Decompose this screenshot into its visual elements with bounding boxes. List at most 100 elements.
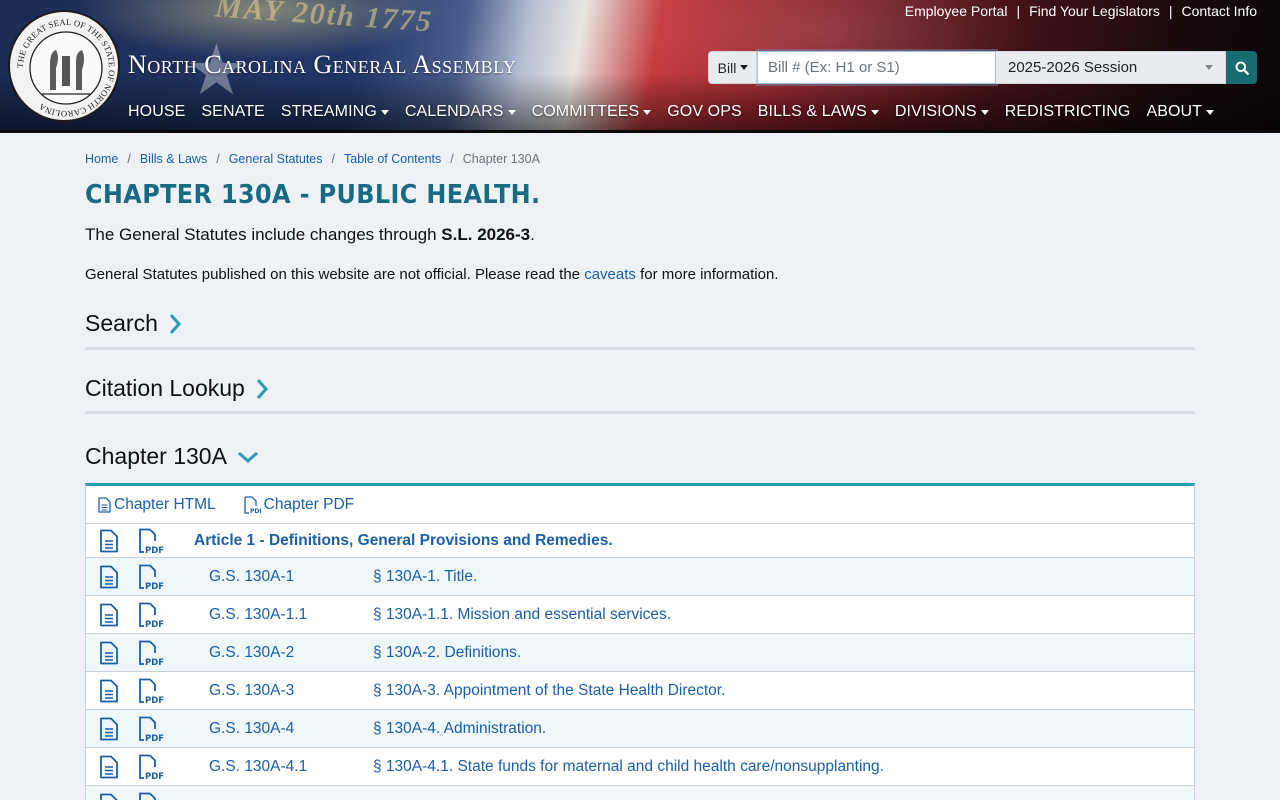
statute-title-link[interactable]: § 130A-3. Appointment of the State Healt… (373, 682, 725, 700)
bill-type-label: Bill (717, 59, 737, 76)
nav-streaming[interactable]: STREAMING (281, 103, 389, 121)
caveats-link[interactable]: caveats (584, 266, 636, 283)
file-text-icon[interactable] (99, 565, 119, 589)
file-pdf-icon[interactable]: PDF (138, 602, 164, 628)
svg-text:PDF: PDF (145, 582, 164, 590)
site-header: MAY 20th 1775 ★ THE GREAT SEAL OF THE ST… (0, 0, 1280, 133)
search-section-toggle[interactable]: Search (85, 310, 182, 337)
breadcrumb-separator: / (216, 152, 220, 166)
table-row: PDF (86, 786, 1194, 800)
chevron-down-icon (643, 109, 652, 115)
file-text-icon[interactable] (99, 793, 119, 800)
bill-number-input[interactable] (756, 49, 998, 86)
statute-number-link[interactable]: G.S. 130A-2 (209, 644, 294, 662)
breadcrumb-current: Chapter 130A (462, 152, 540, 166)
statute-number-link[interactable]: G.S. 130A-1 (209, 568, 294, 586)
svg-text:PDF: PDF (145, 772, 164, 780)
chevron-right-icon (169, 313, 181, 334)
statute-number-link[interactable]: G.S. 130A-4.1 (209, 758, 307, 776)
breadcrumb-separator: / (127, 152, 131, 166)
chevron-down-icon (237, 451, 258, 463)
nav-bills-laws[interactable]: BILLS & LAWS (758, 103, 879, 121)
svg-text:PDF: PDF (145, 546, 164, 554)
session-law: S.L. 2026-3 (441, 225, 531, 244)
statute-number-link[interactable]: G.S. 130A-1.1 (209, 606, 307, 624)
statute-number-link[interactable]: G.S. 130A-4 (209, 720, 294, 738)
chevron-down-icon (507, 109, 516, 115)
statute-title-link[interactable]: § 130A-2. Definitions. (373, 644, 521, 662)
file-text-icon[interactable] (99, 755, 119, 779)
statute-title-link[interactable]: § 130A-1.1. Mission and essential servic… (373, 606, 671, 624)
breadcrumb-separator: / (450, 152, 454, 166)
citation-lookup-toggle[interactable]: Citation Lookup (85, 375, 269, 402)
breadcrumb-general-statutes[interactable]: General Statutes (229, 152, 323, 166)
bill-type-dropdown[interactable]: Bill (708, 51, 758, 84)
file-pdf-icon[interactable]: PDF (138, 792, 164, 800)
statute-title-link[interactable]: § 130A-4.1. State funds for maternal and… (373, 758, 884, 776)
search-icon (1235, 61, 1249, 75)
table-row: PDF G.S. 130A-1.1 § 130A-1.1. Mission an… (86, 596, 1194, 634)
file-pdf-icon[interactable]: PDF (138, 640, 164, 666)
file-pdf-icon: PDF (244, 495, 261, 514)
statute-number-link[interactable]: G.S. 130A-3 (209, 682, 294, 700)
statute-title-link[interactable]: § 130A-1. Title. (373, 568, 477, 586)
chevron-down-icon (380, 109, 389, 115)
disclaimer: General Statutes published on this websi… (85, 266, 779, 283)
chapter-toolbar: Chapter HTML PDF Chapter PDF (86, 486, 1194, 524)
file-pdf-icon[interactable]: PDF (138, 564, 164, 590)
employee-portal-link[interactable]: Employee Portal (905, 3, 1008, 19)
session-select[interactable]: 2025-2026 Session (996, 51, 1226, 84)
site-title[interactable]: North Carolina General Assembly (128, 50, 516, 80)
file-pdf-icon[interactable]: PDF (138, 678, 164, 704)
nav-house[interactable]: HOUSE (128, 103, 185, 121)
divider (85, 411, 1195, 414)
nav-divisions[interactable]: DIVISIONS (895, 103, 989, 121)
chevron-down-icon (980, 109, 989, 115)
table-row: PDF Article 1 - Definitions, General Pro… (86, 524, 1194, 558)
file-text-icon[interactable] (99, 529, 119, 553)
main-nav: HOUSE SENATE STREAMING CALENDARS COMMITT… (128, 103, 1215, 121)
file-text-icon[interactable] (99, 717, 119, 741)
nav-committees[interactable]: COMMITTEES (532, 103, 652, 121)
nav-gov-ops[interactable]: GOV OPS (667, 103, 742, 121)
contact-info-link[interactable]: Contact Info (1182, 3, 1258, 19)
page-title: CHAPTER 130A - PUBLIC HEALTH. (85, 180, 541, 210)
breadcrumb-bills-laws[interactable]: Bills & Laws (140, 152, 207, 166)
bill-search: Bill 2025-2026 Session (708, 49, 1257, 86)
svg-text:PDF: PDF (250, 508, 261, 514)
table-row: PDF G.S. 130A-4.1 § 130A-4.1. State fund… (86, 748, 1194, 786)
svg-text:PDF: PDF (145, 696, 164, 704)
file-pdf-icon[interactable]: PDF (138, 754, 164, 780)
file-text-icon[interactable] (99, 679, 119, 703)
search-button[interactable] (1226, 51, 1257, 84)
table-row: PDF G.S. 130A-4 § 130A-4. Administration… (86, 710, 1194, 748)
file-text-icon[interactable] (99, 603, 119, 627)
divider: | (1168, 3, 1173, 19)
chevron-right-icon (256, 378, 268, 399)
state-seal-logo[interactable]: THE GREAT SEAL OF THE STATE OF NORTH CAR… (8, 10, 120, 122)
chapter-pdf-link[interactable]: PDF Chapter PDF (244, 496, 354, 514)
changes-notice: The General Statutes include changes thr… (85, 225, 535, 244)
find-legislators-link[interactable]: Find Your Legislators (1029, 3, 1160, 19)
nav-redistricting[interactable]: REDISTRICTING (1005, 103, 1131, 121)
chapter-section-toggle[interactable]: Chapter 130A (85, 443, 259, 470)
breadcrumb-table-of-contents[interactable]: Table of Contents (344, 152, 441, 166)
file-pdf-icon[interactable]: PDF (138, 528, 164, 554)
chevron-down-icon (870, 109, 879, 115)
chapter-html-link[interactable]: Chapter HTML (98, 496, 216, 514)
utility-links: Employee Portal | Find Your Legislators … (905, 3, 1257, 19)
table-row: PDF G.S. 130A-1 § 130A-1. Title. (86, 558, 1194, 596)
article-link[interactable]: Article 1 - Definitions, General Provisi… (194, 532, 613, 550)
file-text-icon[interactable] (99, 641, 119, 665)
divider: | (1016, 3, 1021, 19)
nav-senate[interactable]: SENATE (201, 103, 264, 121)
table-row: PDF G.S. 130A-3 § 130A-3. Appointment of… (86, 672, 1194, 710)
nav-calendars[interactable]: CALENDARS (405, 103, 516, 121)
file-pdf-icon[interactable]: PDF (138, 716, 164, 742)
svg-text:PDF: PDF (145, 620, 164, 628)
breadcrumb-home[interactable]: Home (85, 152, 118, 166)
statute-title-link[interactable]: § 130A-4. Administration. (373, 720, 546, 738)
chevron-down-icon (1205, 65, 1213, 70)
table-row: PDF G.S. 130A-2 § 130A-2. Definitions. (86, 634, 1194, 672)
nav-about[interactable]: ABOUT (1146, 103, 1215, 121)
